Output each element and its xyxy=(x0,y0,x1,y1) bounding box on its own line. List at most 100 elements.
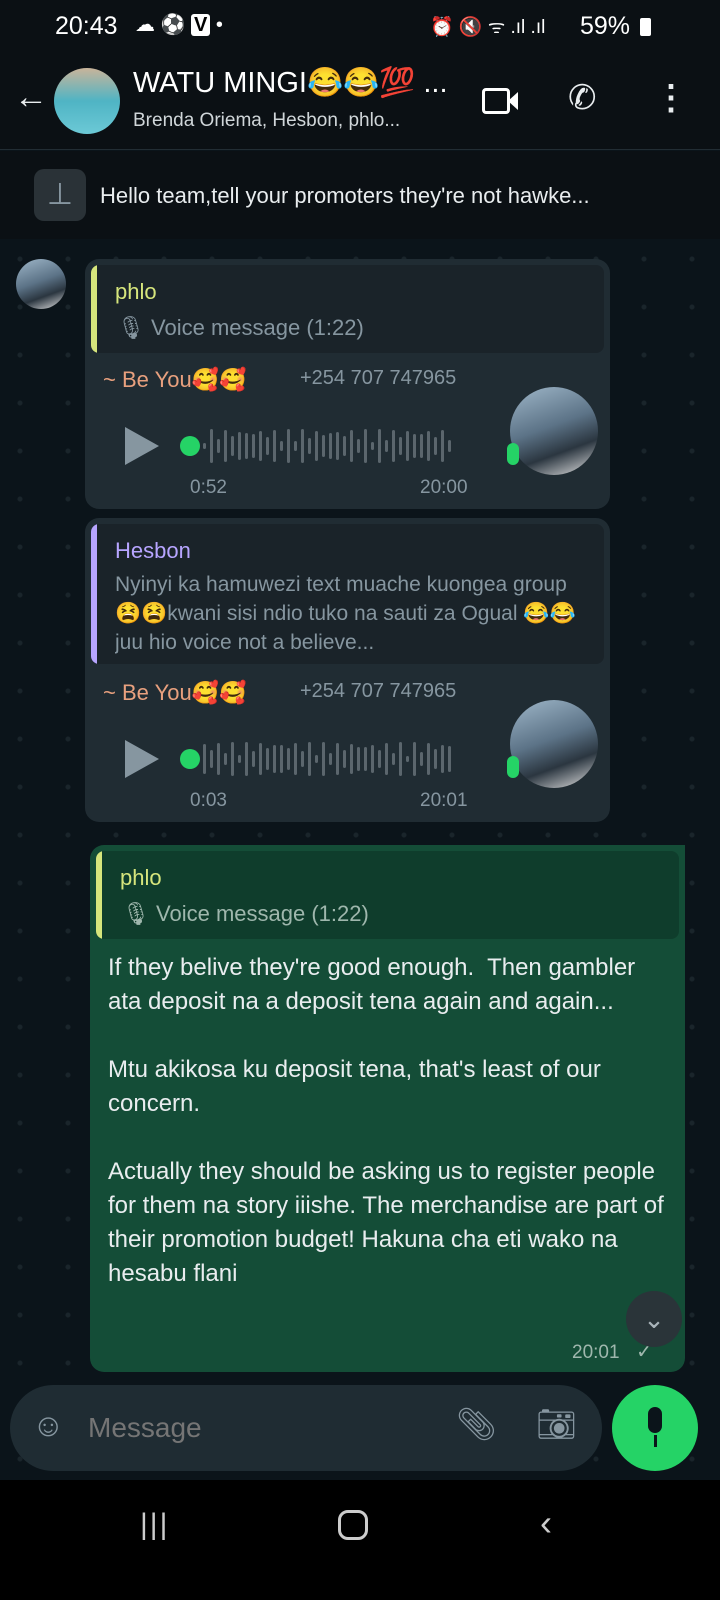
back-arrow-icon[interactable]: ← xyxy=(14,78,48,117)
waveform-bar xyxy=(210,429,213,463)
message-time: 20:01 xyxy=(572,1342,620,1363)
waveform-bar xyxy=(420,751,423,767)
waveform-bar xyxy=(378,429,381,463)
waveform-bar xyxy=(252,751,255,767)
waveform-bar xyxy=(231,742,234,776)
sender-name[interactable]: ~ Be You🥰🥰 xyxy=(103,367,247,393)
waveform-bar xyxy=(245,433,248,459)
voice-record-button[interactable] xyxy=(612,1385,698,1471)
waveform-bar xyxy=(231,436,234,456)
recent-apps-icon[interactable]: ||| xyxy=(140,1508,169,1542)
group-avatar[interactable] xyxy=(54,68,120,134)
waveform-bar xyxy=(434,748,437,770)
waveform-bar xyxy=(203,744,206,774)
waveform-bar xyxy=(259,430,262,462)
waveform-bar xyxy=(343,750,346,768)
waveform[interactable] xyxy=(203,739,451,779)
waveform-bar xyxy=(266,748,269,770)
pinned-message-bar[interactable]: ⊥ Hello team,tell your promoters they're… xyxy=(0,151,720,239)
message-body: If they belive they're good enough. Then… xyxy=(108,954,664,1287)
battery-level: 59% xyxy=(580,12,631,40)
waveform-bar xyxy=(364,746,367,772)
waveform-bar xyxy=(392,429,395,463)
quoted-message[interactable]: phlo 🎙 Voice message (1:22) xyxy=(91,265,604,353)
message-time: 20:00 xyxy=(420,477,468,498)
waveform-bar xyxy=(287,748,290,770)
playback-position[interactable] xyxy=(180,749,200,769)
quote-text: 🎙 Voice message (1:22) xyxy=(122,901,369,927)
phone-call-icon[interactable]: ✆ xyxy=(568,78,597,118)
waveform-bar xyxy=(252,434,255,458)
waveform-bar xyxy=(273,745,276,773)
video-call-icon[interactable] xyxy=(482,88,510,114)
voice-duration: 0:52 xyxy=(190,477,227,498)
system-nav-bar: ||| ‹ xyxy=(0,1480,720,1600)
voice-sender-avatar xyxy=(510,387,598,475)
pinned-text: Hello team,tell your promoters they're n… xyxy=(100,183,590,208)
waveform-bar xyxy=(238,431,241,461)
waveform-bar xyxy=(406,755,409,763)
waveform-bar xyxy=(357,438,360,454)
waveform[interactable] xyxy=(203,426,451,466)
waveform-bar xyxy=(371,442,374,450)
scroll-down-button[interactable]: ⌄ xyxy=(626,1291,682,1347)
mic-icon: 🎙 xyxy=(122,901,157,926)
waveform-bar xyxy=(280,745,283,773)
waveform-bar xyxy=(413,433,416,459)
waveform-bar xyxy=(315,430,318,462)
group-title[interactable]: WATU MINGI😂😂💯 ... xyxy=(133,66,463,100)
message-time: 20:01 xyxy=(420,790,468,811)
sender-avatar[interactable] xyxy=(16,259,66,309)
mic-icon xyxy=(507,756,519,778)
play-icon[interactable] xyxy=(125,427,159,465)
waveform-bar xyxy=(378,749,381,769)
quoted-message[interactable]: Hesbon Nyinyi ka hamuwezi text muache ku… xyxy=(91,524,604,664)
quote-author: phlo xyxy=(120,865,162,890)
waveform-bar xyxy=(448,745,451,773)
video-call-icon-lens xyxy=(508,92,518,110)
waveform-bar xyxy=(224,430,227,462)
group-members[interactable]: Brenda Oriema, Hesbon, phlo... xyxy=(133,110,400,132)
waveform-bar xyxy=(203,443,206,449)
waveform-bar xyxy=(259,743,262,775)
quote-author: Hesbon xyxy=(115,538,191,563)
waveform-bar xyxy=(301,751,304,767)
waveform-bar xyxy=(266,437,269,455)
waveform-bar xyxy=(441,429,444,463)
voice-message-bubble[interactable]: phlo 🎙 Voice message (1:22) ~ Be You🥰🥰 +… xyxy=(85,259,610,509)
waveform-bar xyxy=(210,750,213,768)
more-options-icon[interactable]: ⋮ xyxy=(654,78,688,118)
waveform-bar xyxy=(315,754,318,764)
waveform-bar xyxy=(371,744,374,774)
waveform-bar xyxy=(245,742,248,776)
camera-icon[interactable]: 📷︎ xyxy=(536,1405,577,1443)
playback-position[interactable] xyxy=(180,436,200,456)
voice-sender-avatar xyxy=(510,700,598,788)
waveform-bar xyxy=(301,429,304,463)
outgoing-message-bubble[interactable]: phlo 🎙 Voice message (1:22) If they beli… xyxy=(90,845,685,1372)
status-bar: 20:43 ☁ ⚽ V • ⏰ 🔇 ᯤ .ıl .ıl 59% xyxy=(0,0,720,52)
message-composer[interactable]: ☺ 📎︎ 📷︎ xyxy=(10,1385,602,1471)
waveform-bar xyxy=(385,439,388,453)
waveform-bar xyxy=(413,742,416,776)
mic-icon-stand xyxy=(654,1435,657,1447)
sticker-icon[interactable]: ☺ xyxy=(32,1407,65,1444)
waveform-bar xyxy=(224,753,227,765)
waveform-bar xyxy=(322,434,325,458)
waveform-bar xyxy=(385,742,388,776)
sender-name[interactable]: ~ Be You🥰🥰 xyxy=(103,680,247,706)
quote-voice-label: Voice message (1:22) xyxy=(156,901,369,926)
back-icon[interactable]: ‹ xyxy=(540,1502,552,1544)
voice-message-bubble[interactable]: Hesbon Nyinyi ka hamuwezi text muache ku… xyxy=(85,518,610,822)
quote-text: 🎙 Voice message (1:22) xyxy=(117,315,364,341)
home-icon[interactable] xyxy=(338,1510,368,1540)
notification-icons: ☁ ⚽ V • xyxy=(135,14,223,36)
play-icon[interactable] xyxy=(125,740,159,778)
attach-icon[interactable]: 📎︎ xyxy=(456,1405,497,1443)
chat-area[interactable]: phlo 🎙 Voice message (1:22) ~ Be You🥰🥰 +… xyxy=(0,239,720,1480)
waveform-bar xyxy=(273,429,276,463)
message-input[interactable] xyxy=(88,1405,428,1451)
waveform-bar xyxy=(357,746,360,772)
mic-icon: 🎙 xyxy=(117,315,152,340)
quoted-message[interactable]: phlo 🎙 Voice message (1:22) xyxy=(96,851,679,939)
